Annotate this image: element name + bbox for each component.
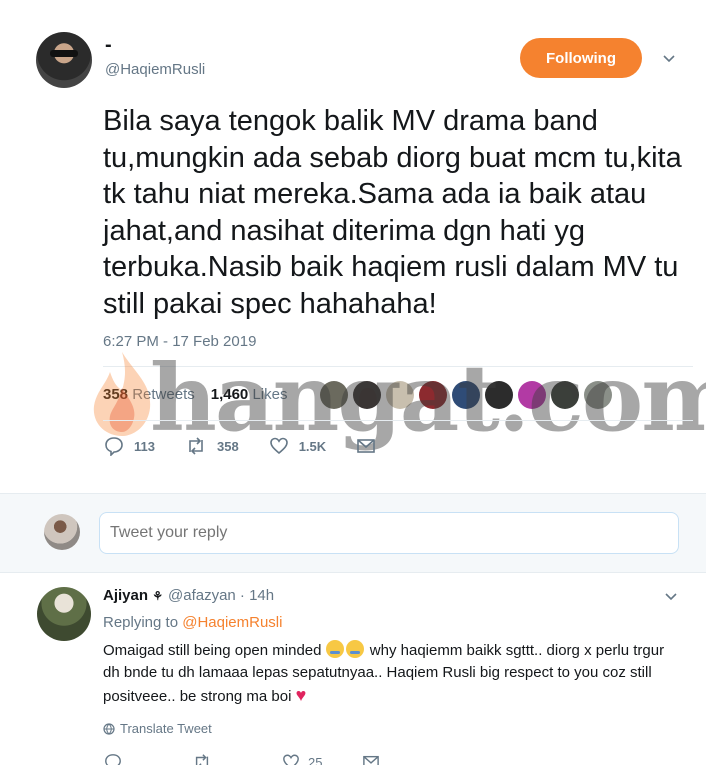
tweet-stats: 358 Retweets 1,460 Likes xyxy=(103,386,287,403)
reply-author-avatar[interactable] xyxy=(37,587,91,641)
reply-input[interactable] xyxy=(99,512,679,554)
liker-avatar[interactable] xyxy=(320,381,348,409)
reply-actions: 25 xyxy=(104,753,380,765)
direct-message-action[interactable] xyxy=(356,437,386,455)
reply-author-name[interactable]: Ajiyan ⚘ xyxy=(103,587,163,604)
reply-icon[interactable] xyxy=(104,753,122,765)
liker-avatar[interactable] xyxy=(419,381,447,409)
globe-icon xyxy=(103,722,115,735)
heart-icon[interactable] xyxy=(282,753,300,765)
reply-icon xyxy=(105,437,123,456)
crying-face-emoji-icon xyxy=(325,640,344,658)
replying-to-link[interactable]: @HaqiemRusli xyxy=(182,614,282,631)
liker-avatar[interactable] xyxy=(518,381,546,409)
envelope-icon xyxy=(357,439,375,453)
envelope-icon[interactable] xyxy=(362,754,380,765)
heart-icon xyxy=(269,437,288,455)
retweet-icon[interactable] xyxy=(192,753,212,765)
liker-avatar[interactable] xyxy=(353,381,381,409)
main-tweet: - @HaqiemRusli Following Bila saya tengo… xyxy=(0,0,706,492)
author-avatar[interactable] xyxy=(36,32,92,88)
tweet-timestamp[interactable]: 6:27 PM - 17 Feb 2019 xyxy=(103,333,256,350)
crying-face-emoji-icon xyxy=(345,640,364,658)
red-heart-emoji-icon: ♥ xyxy=(295,685,307,705)
reply-text: Omaigad still being open minded why haqi… xyxy=(103,640,665,705)
rose-icon: ⚘ xyxy=(152,589,163,603)
reply-action[interactable]: 113 xyxy=(104,436,155,456)
chevron-down-icon[interactable] xyxy=(662,52,676,66)
likers-avatars xyxy=(320,381,612,409)
replying-to: Replying to @HaqiemRusli xyxy=(103,614,283,631)
divider xyxy=(103,366,693,367)
like-stat[interactable]: 1,460 Likes xyxy=(211,386,288,403)
translate-tweet-link[interactable]: Translate Tweet xyxy=(103,721,212,736)
author-handle[interactable]: @HaqiemRusli xyxy=(105,61,205,78)
liker-avatar[interactable] xyxy=(452,381,480,409)
tweet-actions: 113 358 1.5K xyxy=(104,436,416,456)
reply-author-handle[interactable]: @afazyan · 14h xyxy=(168,587,274,604)
retweet-action[interactable]: 358 xyxy=(185,436,239,456)
reply-like-count: 25 xyxy=(308,754,323,765)
following-button[interactable]: Following xyxy=(520,38,642,78)
divider xyxy=(103,420,693,421)
liker-avatar[interactable] xyxy=(485,381,513,409)
retweet-stat[interactable]: 358 Retweets xyxy=(103,386,195,403)
current-user-avatar[interactable] xyxy=(44,514,80,550)
liker-avatar[interactable] xyxy=(584,381,612,409)
liker-avatar[interactable] xyxy=(551,381,579,409)
tweet-text: Bila saya tengok balik MV drama band tu,… xyxy=(103,105,682,320)
chevron-down-icon[interactable] xyxy=(664,590,678,604)
like-action[interactable]: 1.5K xyxy=(269,436,326,456)
author-display-name[interactable]: - xyxy=(105,34,112,57)
retweet-icon xyxy=(189,437,203,455)
liker-avatar[interactable] xyxy=(386,381,414,409)
